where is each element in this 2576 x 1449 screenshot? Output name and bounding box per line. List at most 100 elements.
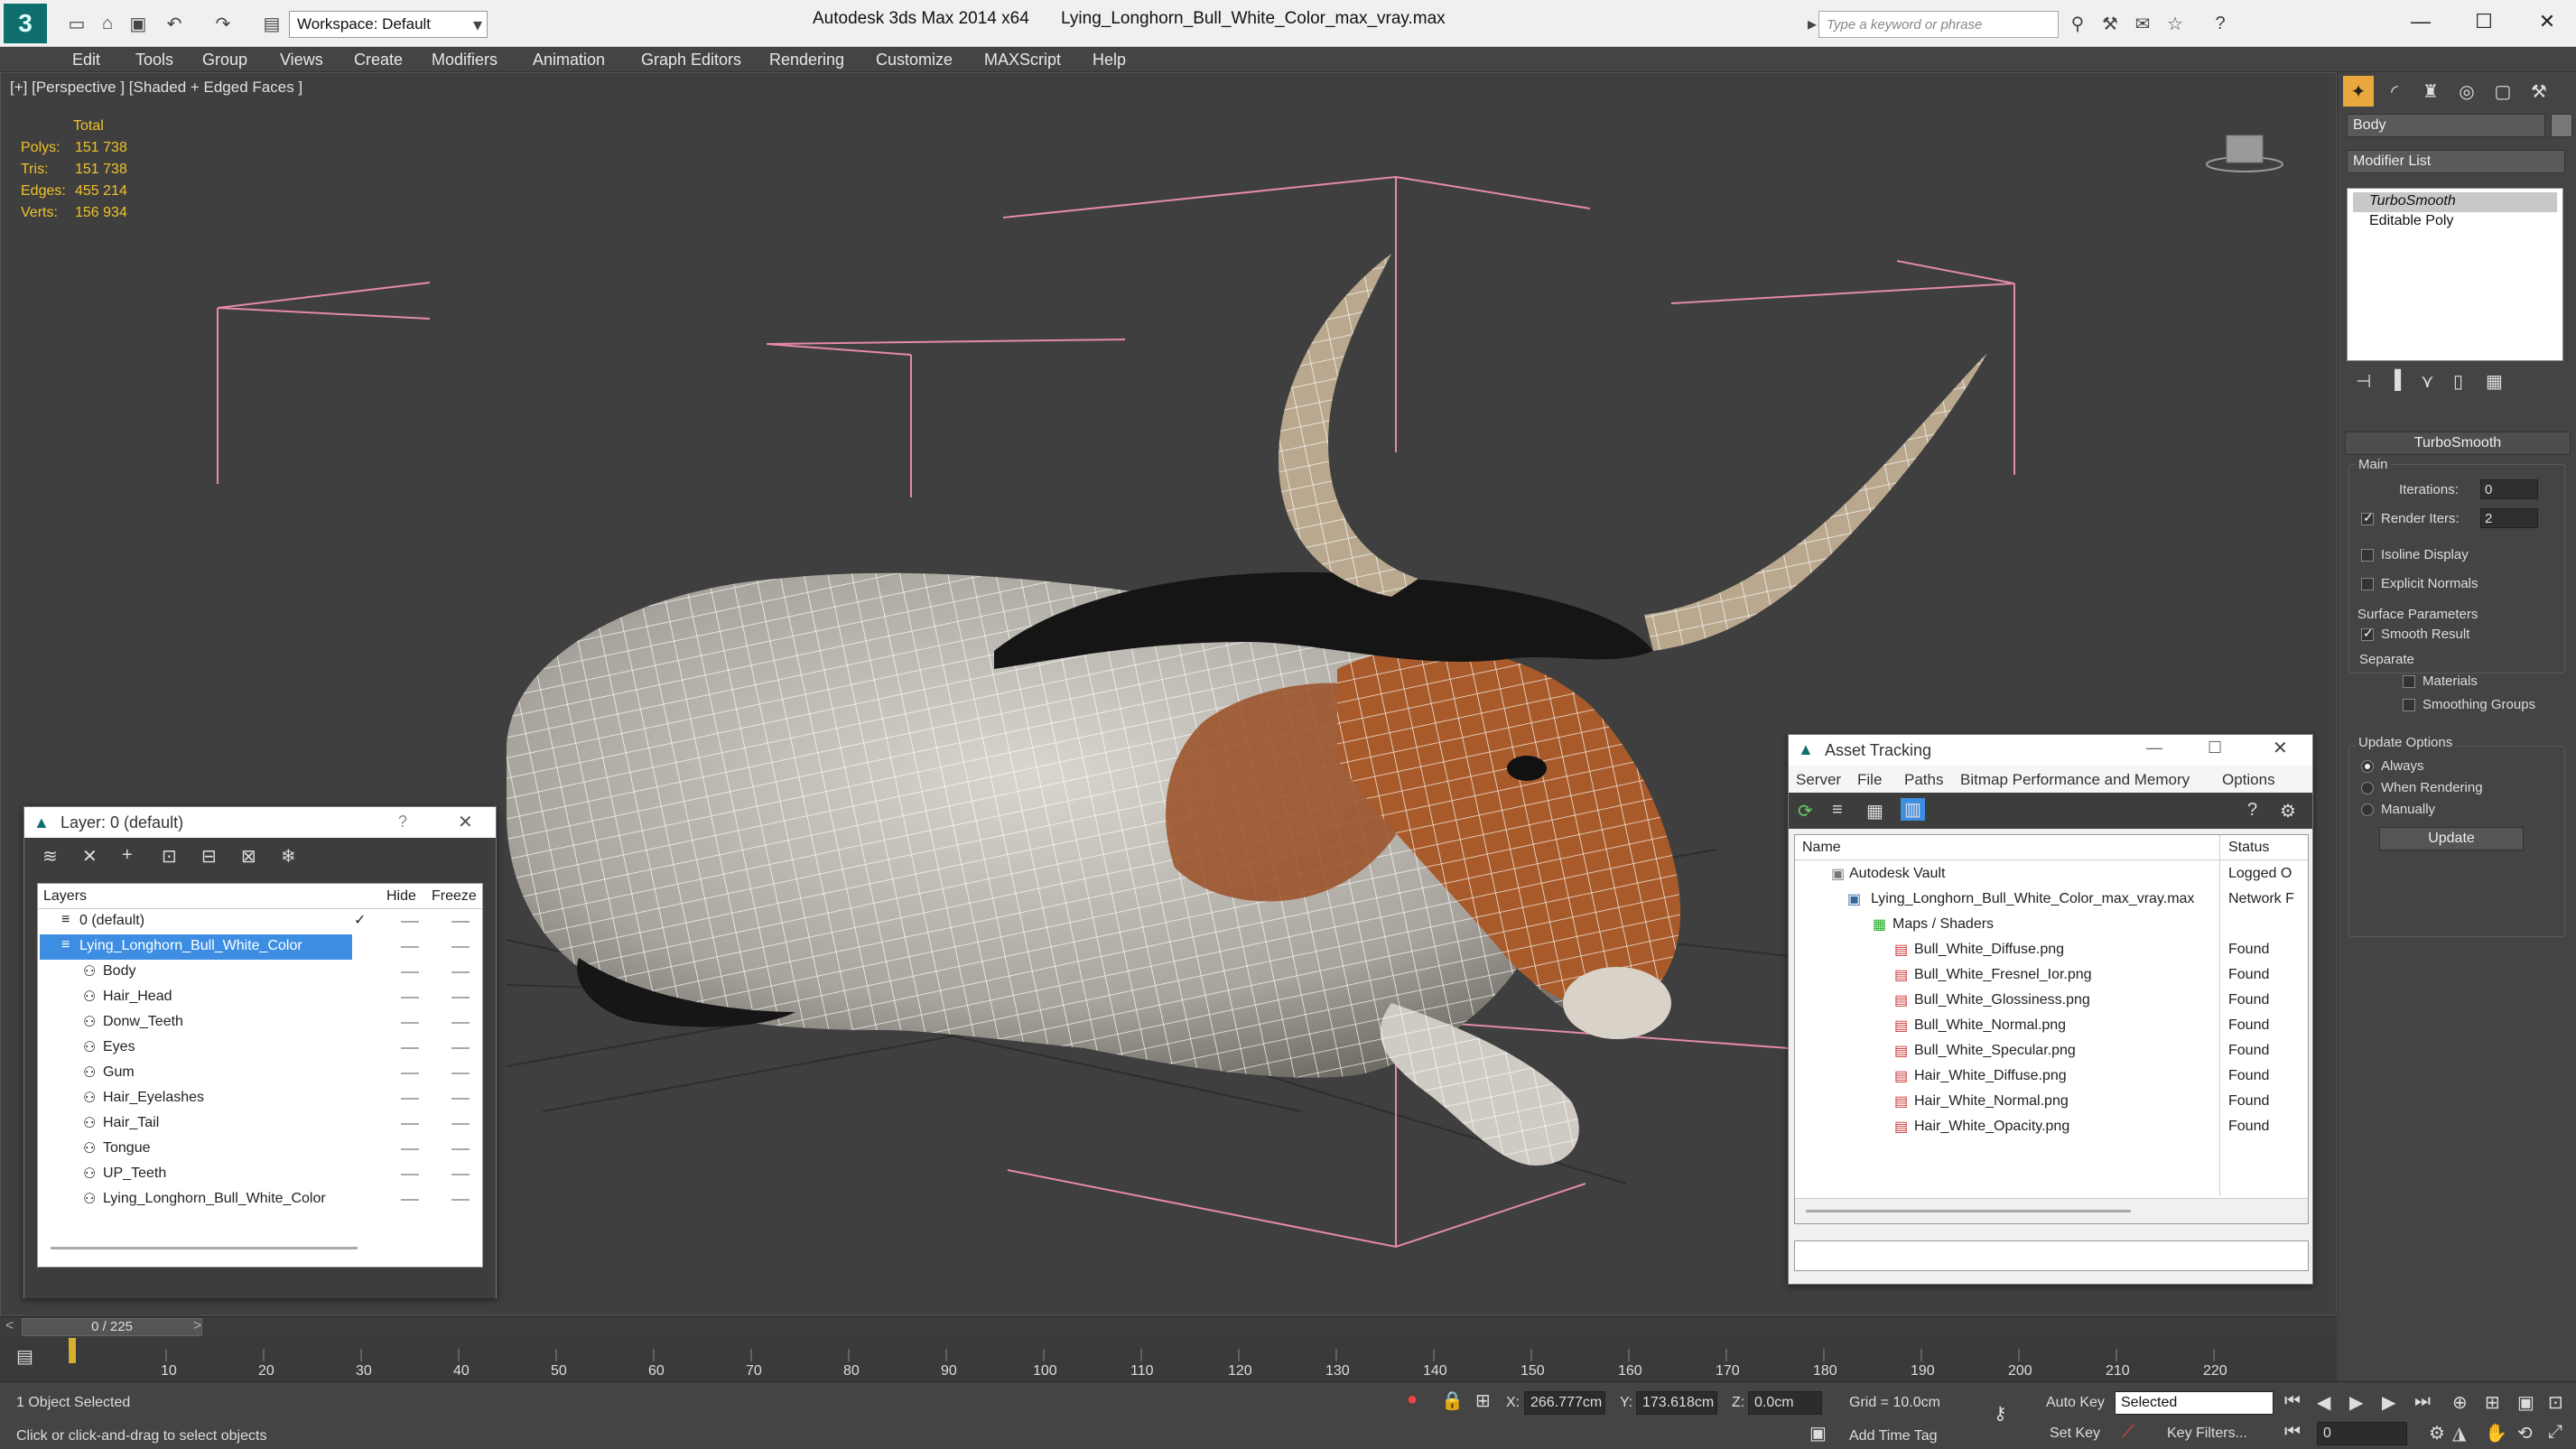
asset-row[interactable]: ▤ Bull_White_Specular.png Found — [1795, 1039, 2308, 1064]
freeze-all-layers-icon[interactable]: ❄ — [281, 845, 296, 868]
orbit-icon[interactable]: ⟲ — [2517, 1422, 2533, 1444]
menu-bitmap-performance[interactable]: Bitmap Performance and Memory — [1960, 771, 2190, 789]
absolute-mode-icon[interactable]: ⊞ — [1475, 1389, 1491, 1412]
current-frame-field[interactable]: 0 — [2317, 1422, 2407, 1445]
z-coordinate-field[interactable]: 0.0cm — [1748, 1391, 1822, 1415]
delete-layer-icon[interactable]: ✕ — [82, 845, 98, 868]
menu-file[interactable]: File — [1857, 771, 1882, 789]
current-layer-check-icon[interactable]: ✓ — [354, 911, 366, 929]
create-tab-icon[interactable]: ✦ — [2343, 76, 2374, 107]
always-radio[interactable] — [2361, 760, 2374, 773]
x-coordinate-field[interactable]: 266.777cm — [1524, 1391, 1605, 1415]
list-view-icon[interactable]: ≡ — [1832, 800, 1843, 821]
refresh-icon[interactable]: ⟳ — [1798, 800, 1813, 822]
maximize-viewport-icon[interactable]: ⤢ — [2548, 1422, 2562, 1443]
hierarchy-tab-icon[interactable]: ♜ — [2415, 76, 2446, 107]
next-frame-icon[interactable]: ▶ — [2382, 1391, 2395, 1414]
help-icon[interactable]: ? — [2207, 10, 2234, 37]
when-rendering-radio[interactable] — [2361, 782, 2374, 794]
isolate-selection-icon[interactable]: ● — [1407, 1389, 1418, 1410]
scrollbar-thumb[interactable] — [1806, 1210, 2131, 1212]
configure-sets-icon[interactable]: ▦ — [2486, 370, 2503, 393]
show-end-result-icon[interactable]: ▐ — [2388, 370, 2401, 391]
close-icon[interactable]: ✕ — [2516, 4, 2576, 40]
menu-views[interactable]: Views — [280, 51, 323, 70]
hide-all-layers-icon[interactable]: ⊠ — [241, 845, 256, 868]
asset-path-field[interactable] — [1794, 1240, 2309, 1271]
stack-item-turbosmooth[interactable]: TurboSmooth — [2353, 192, 2557, 212]
search-input[interactable]: Type a keyword or phrase — [1818, 11, 2059, 38]
display-tab-icon[interactable]: ▢ — [2488, 76, 2518, 107]
asset-row[interactable]: ▤ Bull_White_Normal.png Found — [1795, 1014, 2308, 1039]
time-slider[interactable]: < 0 / 225 > — [0, 1316, 2337, 1336]
field-of-view-icon[interactable]: ◮ — [2452, 1422, 2466, 1444]
menu-rendering[interactable]: Rendering — [769, 51, 844, 70]
binoculars-icon[interactable]: ⚲ — [2064, 10, 2091, 37]
col-layers[interactable]: Layers — [43, 888, 87, 905]
menu-animation[interactable]: Animation — [533, 51, 605, 70]
menu-server[interactable]: Server — [1796, 771, 1841, 789]
minimize-icon[interactable]: — — [2389, 4, 2452, 40]
modify-tab-icon[interactable]: ◜ — [2379, 76, 2410, 107]
asset-row[interactable]: ▣ Autodesk Vault Logged O — [1795, 862, 2308, 887]
manually-radio[interactable] — [2361, 803, 2374, 816]
object-name-field[interactable]: Body — [2347, 114, 2545, 137]
open-file-icon[interactable]: ⌂ — [94, 10, 121, 37]
save-file-icon[interactable]: ▣ — [125, 10, 152, 37]
help-button[interactable]: ? — [398, 813, 407, 831]
asset-row[interactable]: ▤ Bull_White_Diffuse.png Found — [1795, 938, 2308, 963]
time-prev-icon[interactable]: < — [5, 1318, 14, 1334]
app-logo[interactable]: 3 — [4, 4, 47, 43]
menu-edit[interactable]: Edit — [72, 51, 100, 70]
play-icon[interactable]: ▶ — [2349, 1391, 2363, 1414]
menu-create[interactable]: Create — [354, 51, 403, 70]
zoom-all-icon[interactable]: ⊞ — [2485, 1391, 2500, 1414]
set-key-button[interactable]: Set Key — [2050, 1426, 2100, 1442]
modifier-list-dropdown[interactable]: Modifier List — [2347, 150, 2565, 173]
layer-manager-titlebar[interactable]: ▲ Layer: 0 (default) ? ✕ — [24, 807, 496, 838]
new-file-icon[interactable]: ▭ — [63, 10, 90, 37]
menu-graph-editors[interactable]: Graph Editors — [641, 51, 741, 70]
favorites-star-icon[interactable]: ☆ — [2162, 10, 2189, 37]
asset-row[interactable]: ▤ Hair_White_Opacity.png Found — [1795, 1115, 2308, 1140]
add-to-layer-icon[interactable]: + — [122, 845, 133, 866]
communication-icon[interactable]: ✉ — [2129, 10, 2156, 37]
key-icon[interactable]: ⚷ — [1994, 1402, 2007, 1425]
maximize-icon[interactable]: ☐ — [2452, 4, 2516, 40]
menu-group[interactable]: Group — [202, 51, 247, 70]
subscription-icon[interactable]: ⚒ — [2097, 10, 2124, 37]
asset-tracking-titlebar[interactable]: ▲ Asset Tracking — ☐ ✕ — [1789, 735, 2312, 766]
settings-icon[interactable]: ⚙ — [2280, 800, 2296, 822]
utilities-tab-icon[interactable]: ⚒ — [2524, 76, 2554, 107]
render-iters-checkbox[interactable] — [2361, 510, 2374, 525]
previous-frame-icon[interactable]: ◀ — [2317, 1391, 2330, 1414]
close-icon[interactable]: ✕ — [458, 811, 473, 833]
table-view-icon[interactable]: ▥ — [1901, 798, 1925, 821]
menu-modifiers[interactable]: Modifiers — [432, 51, 498, 70]
help-icon[interactable]: ? — [2247, 800, 2257, 821]
col-name[interactable]: Name — [1802, 840, 1841, 856]
time-config-icon[interactable]: ⚙ — [2429, 1422, 2445, 1444]
maximize-icon[interactable]: ☐ — [2208, 738, 2222, 757]
selection-lock-icon[interactable]: 🔒 — [1441, 1389, 1464, 1412]
menu-paths[interactable]: Paths — [1904, 771, 1943, 789]
highlight-layer-icon[interactable]: ⊟ — [201, 845, 217, 868]
motion-tab-icon[interactable]: ◎ — [2451, 76, 2482, 107]
hide-freeze-columns[interactable] — [385, 909, 475, 1212]
key-filters-button[interactable]: Key Filters... — [2167, 1426, 2247, 1442]
time-tag-icon[interactable]: ▣ — [1809, 1422, 1827, 1444]
thumbnail-view-icon[interactable]: ▦ — [1866, 800, 1883, 822]
auto-key-button[interactable]: Auto Key — [2046, 1395, 2105, 1411]
redo-icon[interactable]: ↷ — [209, 10, 237, 37]
explicit-normals-checkbox[interactable] — [2361, 578, 2374, 590]
asset-row[interactable]: ▦ Maps / Shaders — [1795, 913, 2308, 938]
pan-icon[interactable]: ✋ — [2485, 1422, 2507, 1444]
key-mode-dropdown[interactable]: Selected — [2115, 1391, 2274, 1415]
col-freeze[interactable]: Freeze — [432, 888, 477, 905]
select-in-layer-icon[interactable]: ⊡ — [162, 845, 177, 868]
materials-checkbox[interactable] — [2403, 675, 2415, 688]
modifier-stack[interactable]: TurboSmooth Editable Poly — [2347, 188, 2563, 361]
time-slider-thumb[interactable]: 0 / 225 — [22, 1318, 202, 1336]
mini-curve-editor-icon[interactable]: ▤ — [2, 1340, 56, 1376]
set-key-icon[interactable]: ⟋ — [2122, 1422, 2134, 1443]
